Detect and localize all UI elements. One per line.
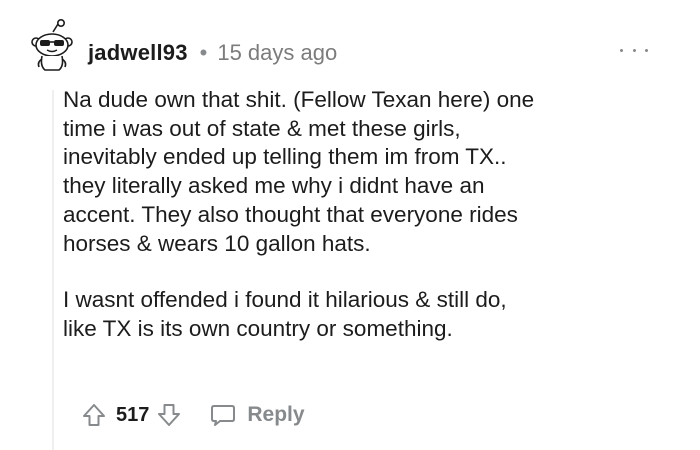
upvote-arrow-icon[interactable] [80, 401, 108, 429]
comment-line: time i was out of state & met these girl… [63, 115, 461, 141]
comment-line: like TX is its own country or something. [63, 315, 453, 341]
comment-line: they literally asked me why i didnt have… [63, 173, 485, 199]
username-link[interactable]: jadwell93 [88, 40, 188, 66]
comment-line: Na dude own that shit. (Fellow Texan her… [63, 87, 535, 112]
more-dot [645, 48, 648, 52]
comment-line: accent. They also thought that everyone … [63, 201, 518, 227]
speech-bubble-icon [211, 405, 236, 426]
vote-score: 517 [116, 403, 150, 426]
comment-line: I wasnt offended i found it hilarious & … [63, 287, 507, 313]
snoo-avatar-sunglasses-icon[interactable] [30, 18, 74, 72]
comment-body: Na dude own that shit. (Fellow Texan her… [63, 86, 683, 344]
reply-label: Reply [247, 403, 305, 426]
separator-dot: • [199, 40, 208, 65]
comment-header: jadwell93 • 15 days ago [88, 36, 337, 70]
downvote-arrow-icon[interactable] [155, 401, 183, 429]
comment-line: horses & wears 10 gallon hats. [63, 230, 371, 256]
comment-actions: 517 Reply [80, 398, 305, 432]
comment-line: inevitably ended up telling them im from… [63, 144, 507, 170]
comment-card: jadwell93 • 15 days ago Na dude own that… [0, 0, 700, 450]
thread-collapse-line[interactable] [52, 90, 54, 450]
reply-button[interactable]: Reply [209, 401, 305, 429]
more-dot [632, 48, 636, 52]
timestamp[interactable]: 15 days ago [217, 40, 337, 66]
more-dot [620, 48, 623, 52]
more-options-icon[interactable] [620, 40, 648, 60]
